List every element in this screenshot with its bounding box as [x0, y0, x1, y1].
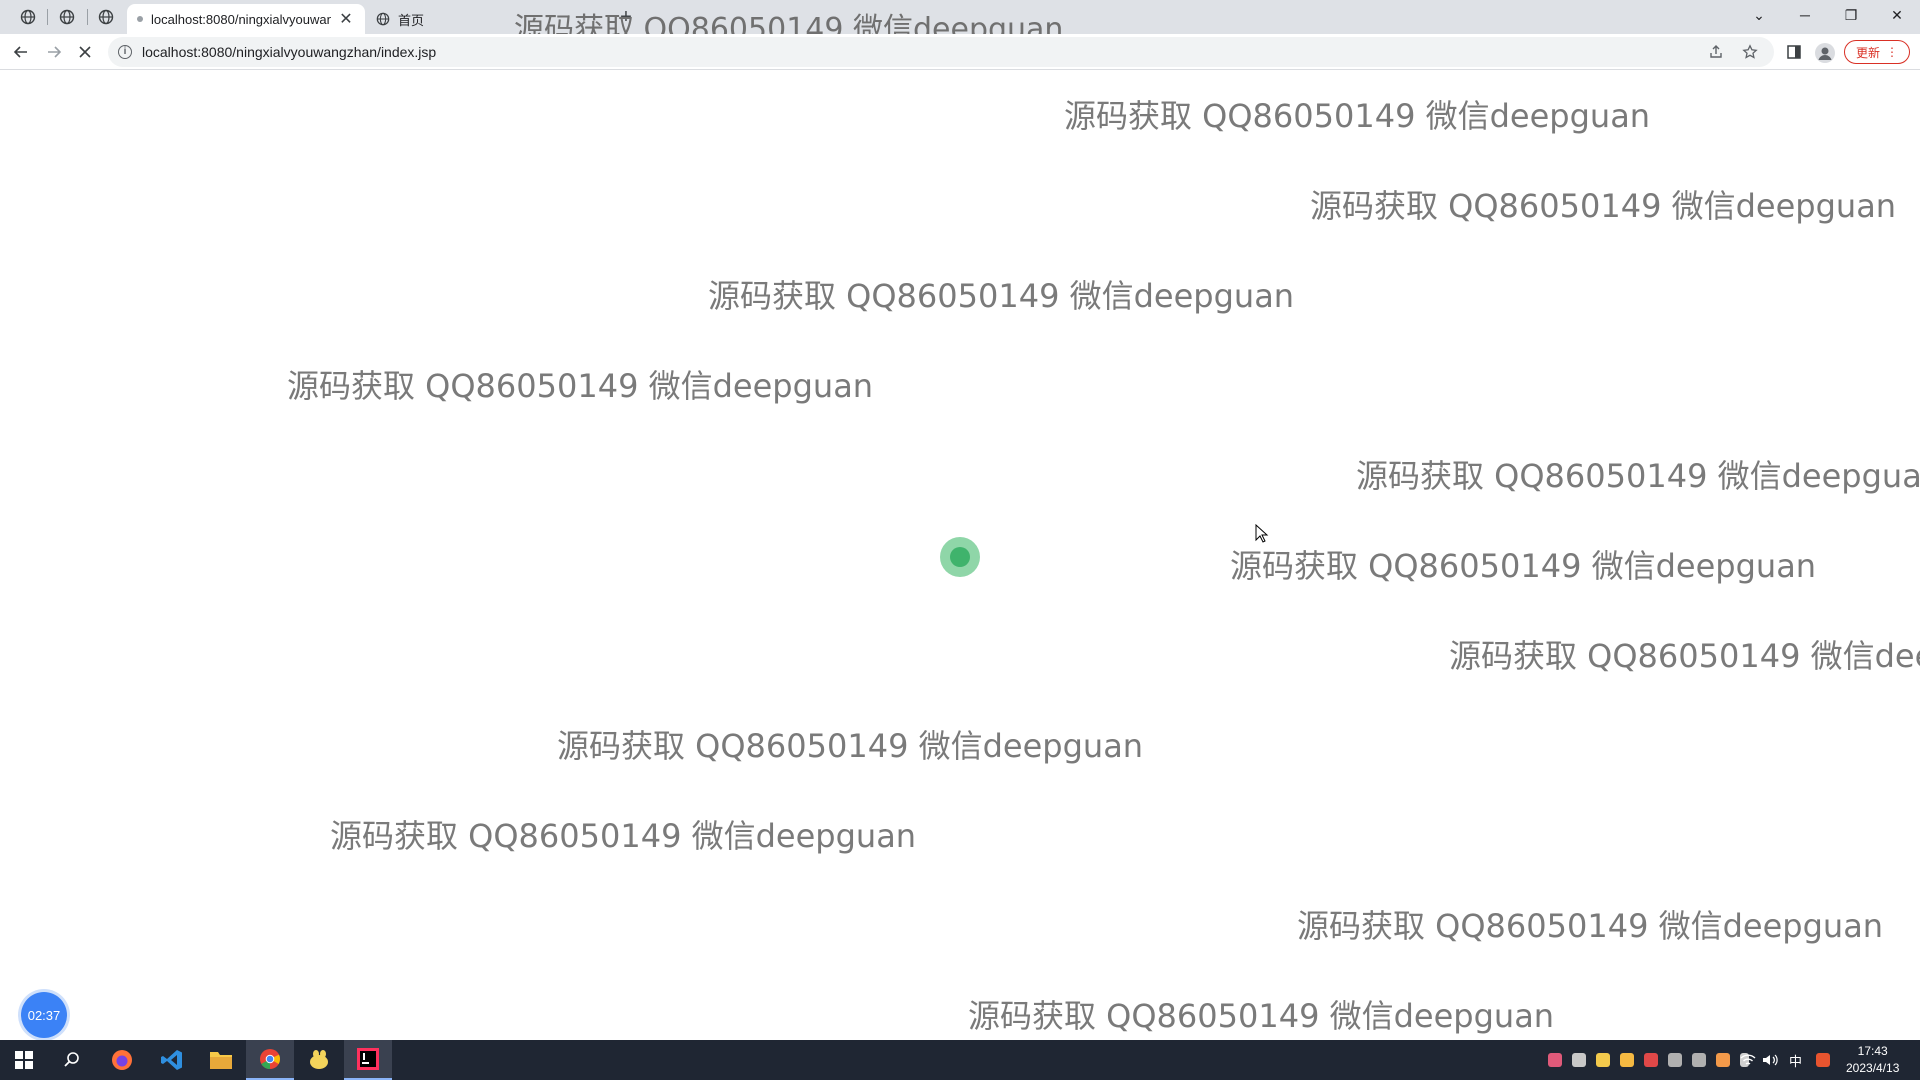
person-icon — [1818, 47, 1832, 60]
forward-button[interactable] — [40, 38, 68, 66]
chrome-icon — [260, 1049, 281, 1070]
tray-icon[interactable] — [1572, 1053, 1586, 1067]
taskbar-firefox[interactable] — [98, 1040, 146, 1080]
taskbar-vscode[interactable] — [148, 1040, 196, 1080]
tab-separator — [47, 9, 48, 25]
tab-search-button[interactable]: ⌄ — [1736, 0, 1782, 30]
volume-icon[interactable] — [1762, 1053, 1778, 1067]
update-label: 更新 — [1855, 45, 1880, 60]
folder-icon — [210, 1052, 232, 1069]
back-button[interactable] — [7, 38, 35, 66]
tray-icon[interactable] — [1620, 1053, 1634, 1067]
taskbar-file-explorer[interactable] — [197, 1040, 245, 1080]
tab-title: localhost:8080/ningxialvyouwangzhan/inde… — [151, 11, 331, 27]
watermark-text: 源码获取 QQ86050149 微信deepguan — [708, 277, 1295, 315]
windows-logo-icon — [15, 1051, 33, 1069]
app-icon — [310, 1050, 328, 1069]
timer-text: 02:37 — [27, 1007, 61, 1023]
watermark-text: 源码获取 QQ86050149 微信deepguan — [968, 997, 1555, 1035]
url-text[interactable]: localhost:8080/ningxialvyouwangzhan/inde… — [142, 44, 436, 60]
page-viewport: 源码获取 QQ86050149 微信deepguan 源码获取 QQ860501… — [0, 71, 1920, 1040]
tray-icon[interactable] — [1692, 1053, 1706, 1067]
ime-indicator[interactable]: 中 — [1789, 1051, 1802, 1070]
close-icon — [79, 46, 91, 58]
watermark-text: 源码获取 QQ86050149 微信deepguan — [1064, 97, 1651, 135]
side-panel-icon[interactable] — [1786, 44, 1802, 60]
taskbar-clock[interactable]: 17:43 2023/4/13 — [1846, 1043, 1899, 1077]
taskbar-app[interactable] — [295, 1040, 343, 1080]
watermark-text: 源码获取 QQ86050149 微信deepguan — [1297, 907, 1884, 945]
search-button[interactable] — [48, 1040, 96, 1080]
tray-icon[interactable] — [1668, 1053, 1682, 1067]
tab-home[interactable]: 首页 — [366, 4, 516, 34]
tray-icon[interactable] — [1596, 1053, 1610, 1067]
pinned-tab-2[interactable] — [53, 5, 81, 29]
tray-icon[interactable] — [1716, 1053, 1730, 1067]
mouse-cursor-icon — [1255, 524, 1269, 543]
watermark-text: 源码获取 QQ86050149 微信deepguan — [1356, 457, 1920, 495]
globe-icon — [98, 9, 114, 25]
pinned-tab-3[interactable] — [92, 5, 120, 29]
vscode-icon — [161, 1050, 182, 1070]
intellij-icon — [357, 1048, 379, 1070]
wifi-icon[interactable] — [1740, 1053, 1756, 1067]
loading-icon — [137, 16, 143, 22]
tab-title: 首页 — [398, 12, 425, 28]
stop-button[interactable] — [71, 38, 99, 66]
watermark-text: 源码获取 QQ86050149 微信deepguan — [1230, 547, 1817, 585]
globe-icon — [59, 9, 75, 25]
watermark-text: 源码获取 QQ86050149 微信deepguan — [330, 817, 917, 855]
globe-icon — [376, 12, 390, 26]
address-bar[interactable]: i localhost:8080/ningxialvyouwangzhan/in… — [108, 37, 1774, 67]
taskbar-chrome[interactable] — [246, 1040, 294, 1080]
watermark-text: 源码获取 QQ86050149 微信deepguan — [1449, 637, 1920, 675]
profile-avatar[interactable] — [1815, 43, 1835, 63]
more-vert-icon: ⋮ — [1886, 45, 1898, 59]
tab-active[interactable]: localhost:8080/ningxialvyouwangzhan/inde… — [127, 4, 365, 34]
windows-taskbar: 中 17:43 2023/4/13 — [0, 1040, 1920, 1080]
tray-icon[interactable] — [1644, 1053, 1658, 1067]
minimize-button[interactable]: ─ — [1782, 0, 1828, 30]
firefox-icon — [112, 1050, 132, 1070]
star-icon[interactable] — [1742, 44, 1758, 60]
taskbar-intellij[interactable] — [344, 1040, 392, 1080]
pinned-tab-1[interactable] — [14, 5, 42, 29]
update-button[interactable]: 更新 ⋮ — [1844, 40, 1910, 64]
globe-icon — [20, 9, 36, 25]
tab-strip: localhost:8080/ningxialvyouwangzhan/inde… — [0, 0, 1920, 47]
clock-time: 17:43 — [1857, 1044, 1888, 1058]
watermark-text: 源码获取 QQ86050149 微信deepguan — [1310, 187, 1897, 225]
browser-toolbar: i localhost:8080/ningxialvyouwangzhan/in… — [0, 34, 1920, 70]
search-icon — [64, 1052, 79, 1067]
arrow-left-icon — [13, 46, 27, 58]
watermark-text: 源码获取 QQ86050149 微信deepguan — [287, 367, 874, 405]
close-window-button[interactable]: ✕ — [1874, 0, 1920, 30]
close-icon[interactable]: ✕ — [337, 9, 355, 29]
share-icon[interactable] — [1708, 44, 1724, 60]
timer-badge[interactable]: 02:37 — [21, 992, 67, 1038]
tab-separator — [87, 9, 88, 25]
screen: localhost:8080/ningxialvyouwangzhan/inde… — [0, 0, 1920, 1080]
arrow-right-icon — [48, 46, 62, 58]
tray-icon[interactable] — [1548, 1053, 1562, 1067]
watermark-text: 源码获取 QQ86050149 微信deepguan — [557, 727, 1144, 765]
clock-date: 2023/4/13 — [1846, 1061, 1900, 1075]
loading-spinner — [940, 537, 980, 577]
start-button[interactable] — [0, 1040, 48, 1080]
restore-button[interactable]: ❐ — [1828, 0, 1874, 30]
sogou-icon[interactable] — [1816, 1053, 1830, 1067]
info-icon[interactable]: i — [118, 45, 132, 59]
